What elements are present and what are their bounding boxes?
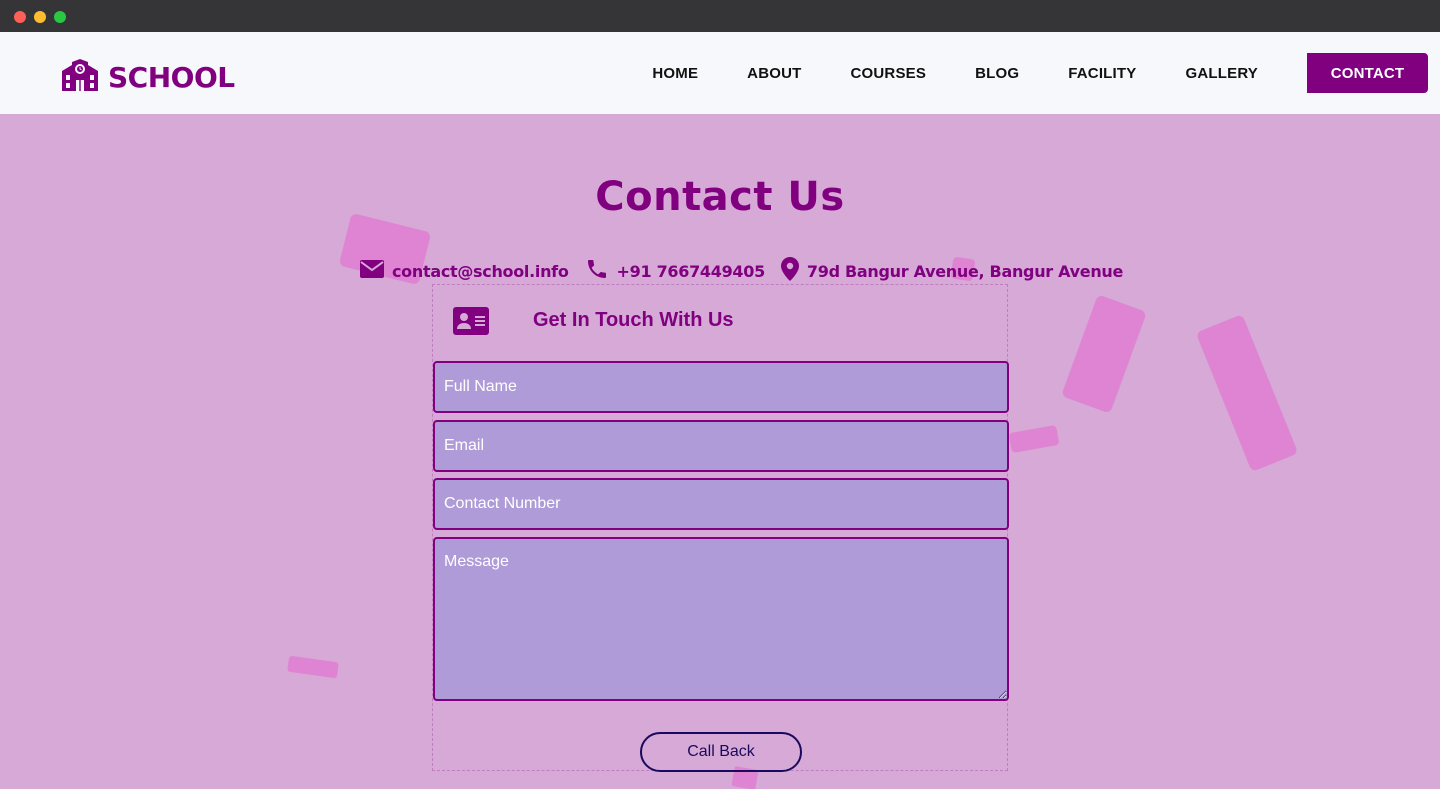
decorative-shape	[1061, 294, 1147, 414]
location-pin-icon	[780, 257, 799, 285]
window-titlebar	[0, 0, 1440, 32]
phone-icon	[585, 257, 609, 285]
navbar: SCHOOL HOME ABOUT COURSES BLOG FACILITY …	[0, 32, 1440, 114]
email-input[interactable]	[433, 420, 1009, 472]
nav-item-facility[interactable]: FACILITY	[1068, 65, 1136, 82]
nav-item-courses[interactable]: COURSES	[850, 65, 926, 82]
call-back-button[interactable]: Call Back	[640, 732, 802, 772]
contact-number-input[interactable]	[433, 478, 1009, 530]
decorative-shape	[1195, 314, 1299, 472]
decorative-shape	[1008, 424, 1060, 454]
page-title: Contact Us	[595, 174, 845, 220]
form-heading: Get In Touch With Us	[533, 309, 734, 331]
contact-address[interactable]: 79d Bangur Avenue, Bangur Avenue	[780, 257, 1124, 285]
contact-email-text: contact@school.info	[392, 261, 569, 281]
contact-address-text: 79d Bangur Avenue, Bangur Avenue	[806, 261, 1124, 281]
decorative-shape	[287, 655, 339, 679]
contact-card-icon	[453, 307, 489, 339]
envelope-icon	[360, 260, 384, 282]
maximize-window-button[interactable]	[54, 11, 66, 23]
nav-item-about[interactable]: ABOUT	[747, 65, 801, 82]
contact-phone-text: +91 7667449405	[616, 261, 766, 281]
brand-name: SCHOOL	[108, 60, 235, 94]
main-navigation: HOME ABOUT COURSES BLOG FACILITY GALLERY…	[603, 53, 1428, 93]
full-name-input[interactable]	[433, 361, 1009, 413]
brand-logo[interactable]: SCHOOL	[60, 59, 235, 95]
school-building-icon	[60, 59, 100, 95]
nav-item-gallery[interactable]: GALLERY	[1185, 65, 1258, 82]
contact-info-row: contact@school.info +91 7667449405 79d B…	[360, 257, 1139, 285]
nav-item-home[interactable]: HOME	[652, 65, 698, 82]
contact-form: Get In Touch With Us Call Back	[432, 284, 1009, 772]
nav-item-blog[interactable]: BLOG	[975, 65, 1019, 82]
contact-email[interactable]: contact@school.info	[360, 260, 569, 282]
contact-phone[interactable]: +91 7667449405	[585, 257, 765, 285]
close-window-button[interactable]	[14, 11, 26, 23]
minimize-window-button[interactable]	[34, 11, 46, 23]
message-textarea[interactable]	[433, 537, 1009, 701]
nav-item-contact[interactable]: CONTACT	[1307, 53, 1428, 93]
